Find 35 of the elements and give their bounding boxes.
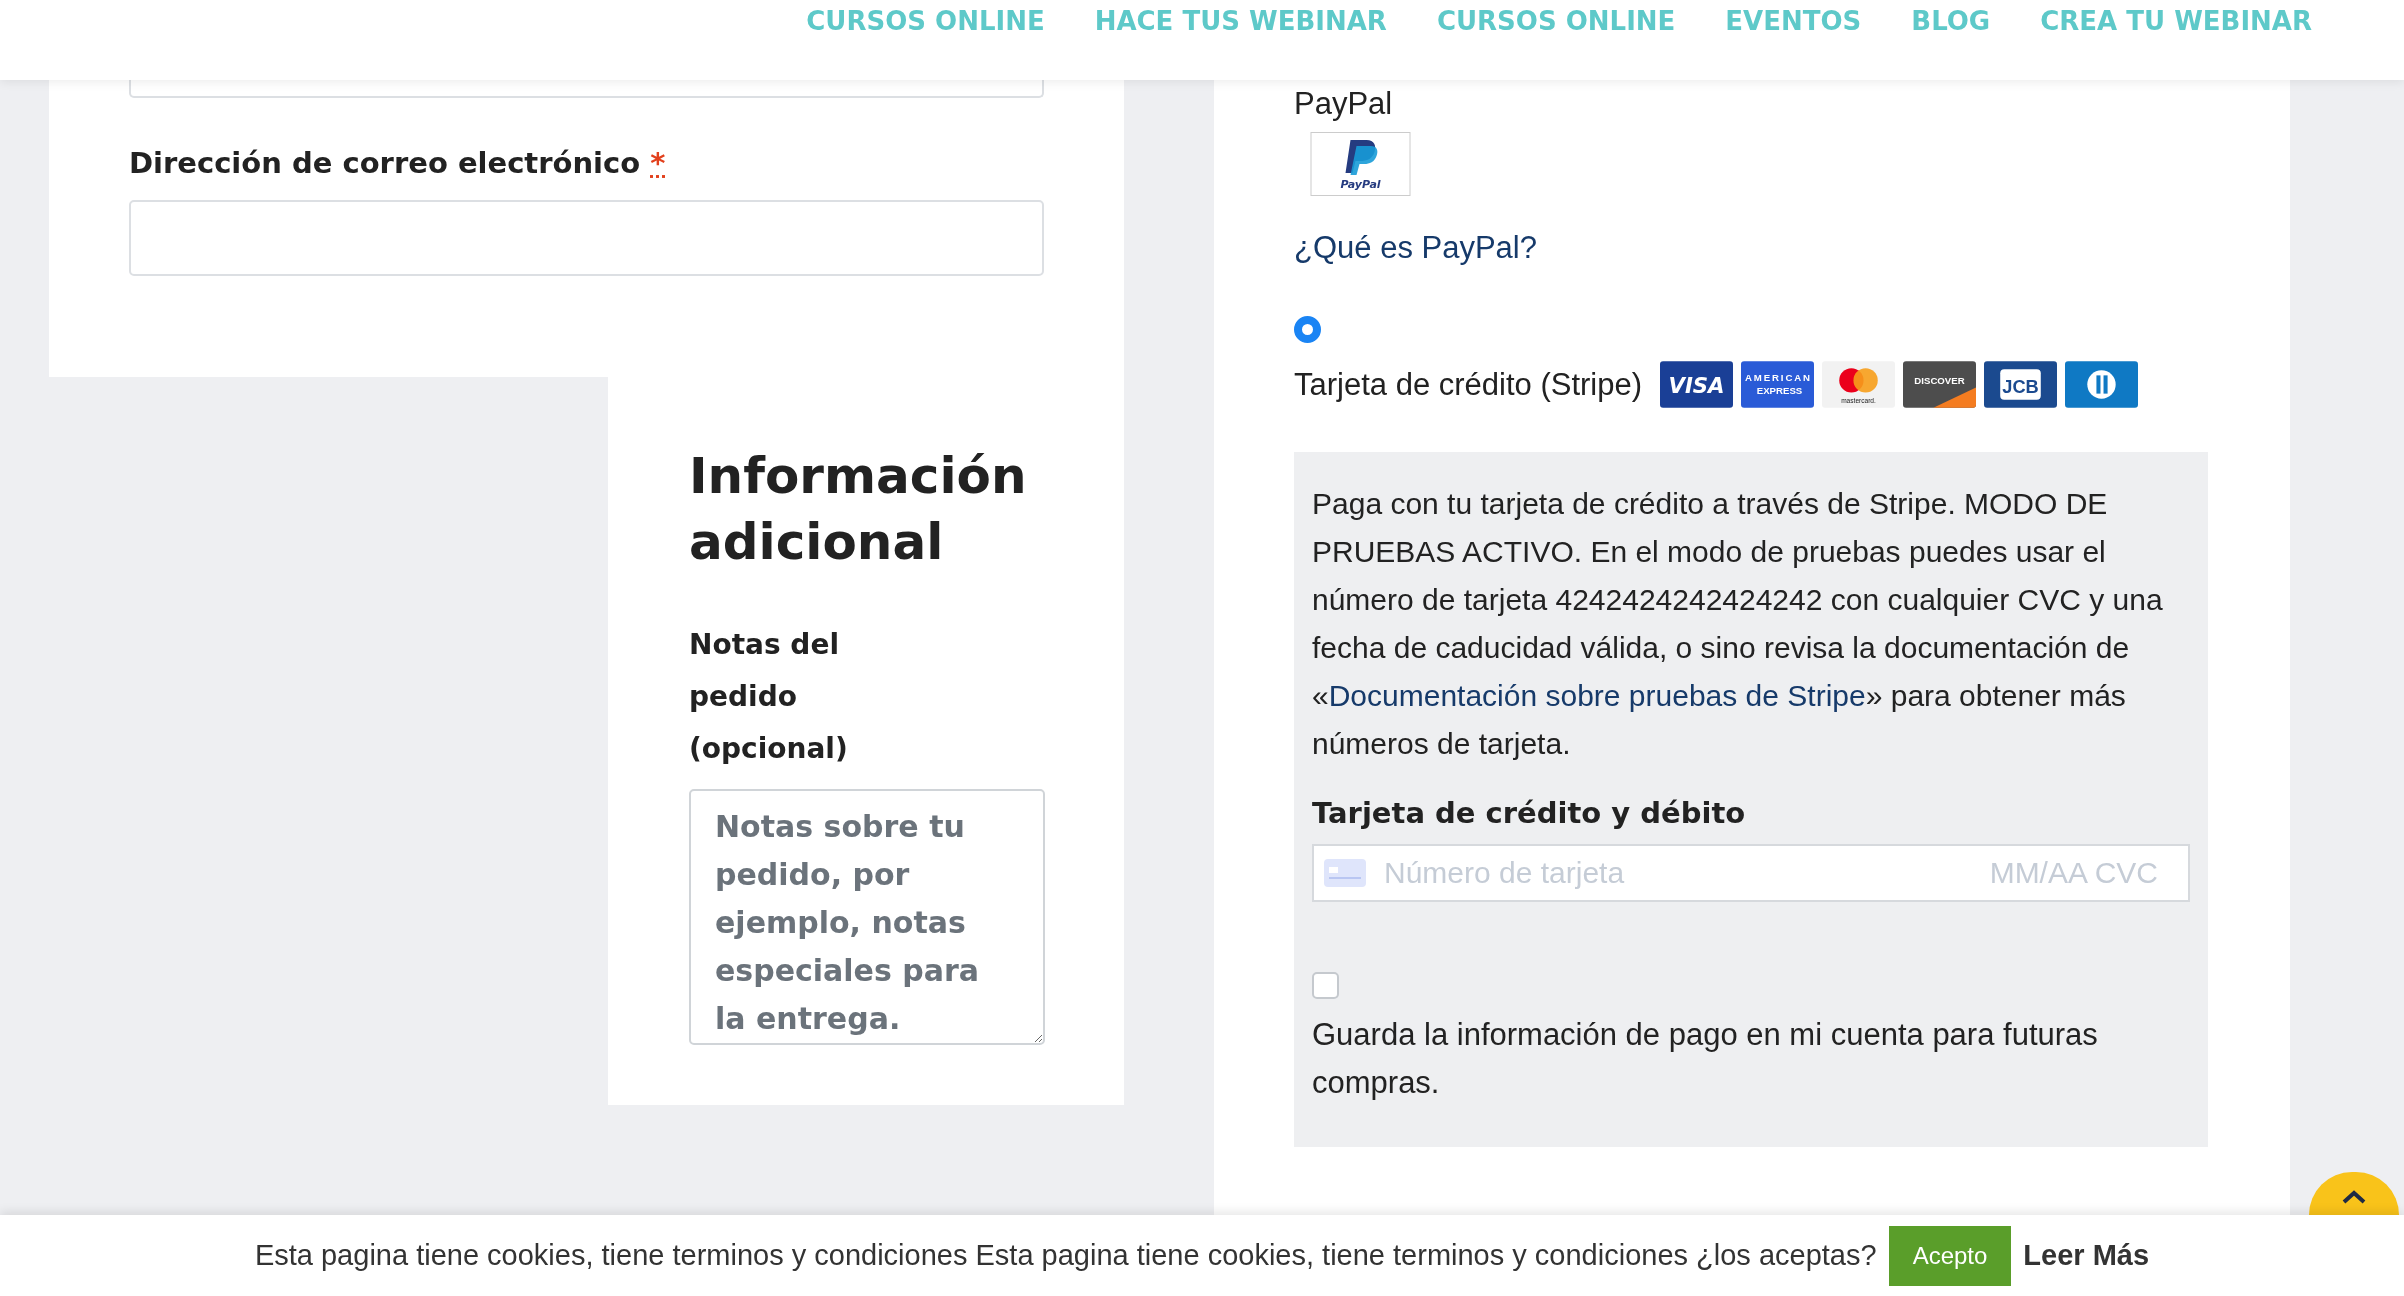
documentation-link[interactable]: Documentación sobre pruebas de Stripe	[1328, 679, 1866, 712]
cookie-text: Esta pagina tiene cookies, tiene terminos y condiciones Esta pagina tiene cookies, tiene terminos y condiciones ¿los aceptas?	[254, 1239, 1877, 1272]
card-logo-icon: DISCOVER	[1903, 361, 1977, 408]
read-more-link[interactable]: Leer Más	[2023, 1239, 2150, 1272]
card-logo-icon: JCB	[1984, 361, 2058, 408]
card-logo-icon: VISA	[1660, 361, 1734, 408]
method-label: PayPal	[1294, 86, 1393, 122]
payment-description: Paga con tu tarjeta de crédito a través de Stripe. MODO DE PRUEBAS ACTIVO. En el modo de pruebas puedes usar el número de tarjeta 4242424242424242 con cualquier CVC y una fecha de caducidad válida, o sino revisa la documentación de «Documentación sobre pruebas de Stripe» para obtener más números de tarjeta.	[1312, 486, 2164, 762]
nav-link[interactable]: HACE TUS WEBINAR	[1094, 6, 1387, 36]
caret-up-icon	[2342, 1190, 2366, 1204]
accept-button[interactable]: Acepto	[1888, 1225, 2012, 1286]
card-number-placeholder: Número de tarjeta	[1384, 856, 1625, 890]
method-label: Tarjeta de crédito (Stripe)	[1294, 366, 1643, 403]
card-number-field[interactable]: Número de tarjeta MM/AA CVC	[1312, 844, 2190, 902]
paypal-logo-icon: PayPal	[1310, 132, 1411, 196]
nav-link[interactable]: BLOG	[1911, 6, 1991, 36]
field-label: Dirección de correo electrónico *	[129, 146, 667, 180]
email-field[interactable]	[129, 200, 1044, 276]
notes-field[interactable]: Notas sobre tu pedido, por ejemplo, notas especiales para la entrega.	[689, 789, 1045, 1045]
checkbox[interactable]	[1312, 972, 1339, 999]
field-label: Notas del pedido (opcional)	[689, 627, 849, 767]
required-mark: *	[650, 146, 666, 180]
expiry-cvc-placeholder: MM/AA CVC	[1989, 856, 2158, 890]
card-logo-icon: AMERICAN EXPRESS	[1741, 361, 1815, 408]
field-label: Tarjeta de crédito y débito	[1312, 796, 1746, 830]
paypal-info-link[interactable]: ¿Qué es PayPal?	[1294, 230, 1537, 266]
nav-link[interactable]: CURSOS ONLINE	[1436, 6, 1676, 36]
credit-card-icon	[1324, 859, 1366, 887]
nav-link[interactable]: CREA TU WEBINAR	[2040, 6, 2312, 36]
nav-link[interactable]: CURSOS ONLINE	[806, 6, 1045, 36]
section-title: Información adicional	[689, 446, 1028, 573]
nav-link[interactable]: EVENTOS	[1725, 6, 1862, 36]
checkbox-label: Guarda la información de pago en mi cuenta para futuras compras.	[1312, 1016, 2099, 1102]
card-logo-icon	[2065, 361, 2139, 408]
radio-button[interactable]	[1294, 316, 1321, 343]
